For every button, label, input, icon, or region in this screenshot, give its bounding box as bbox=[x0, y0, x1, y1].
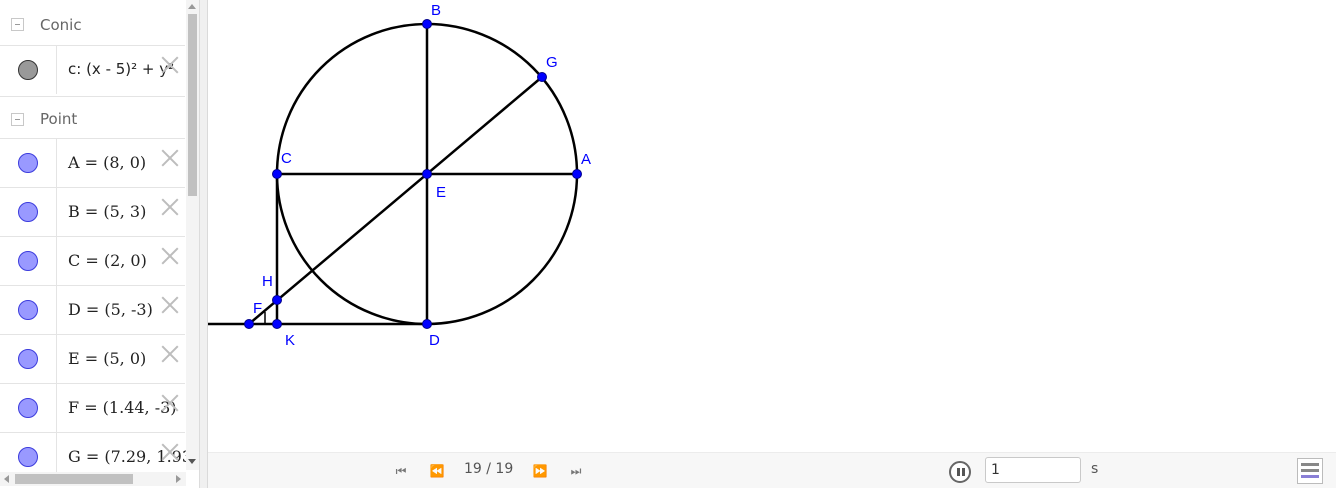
step-back-icon[interactable]: ⏪ bbox=[427, 463, 447, 479]
delete-icon[interactable] bbox=[161, 345, 179, 363]
scroll-up-icon[interactable] bbox=[188, 4, 196, 9]
geogebra-app: Conic c: (x - 5)² + y² Point A = (8, 0) … bbox=[0, 0, 1336, 488]
algebra-view-icon[interactable] bbox=[1297, 458, 1323, 484]
visibility-marble-icon[interactable] bbox=[18, 202, 38, 222]
visibility-marble-icon[interactable] bbox=[18, 251, 38, 271]
visibility-marble-icon[interactable] bbox=[18, 398, 38, 418]
delete-icon[interactable] bbox=[161, 296, 179, 314]
visibility-marble-icon[interactable] bbox=[18, 60, 38, 80]
horizontal-scrollbar-thumb[interactable] bbox=[15, 474, 133, 484]
point-b[interactable] bbox=[422, 19, 432, 29]
scroll-right-icon[interactable] bbox=[176, 475, 181, 483]
algebra-line-2 bbox=[1301, 469, 1319, 472]
group-header-conic[interactable]: Conic bbox=[0, 2, 185, 47]
skip-forward-icon[interactable]: ⏭ bbox=[566, 463, 586, 479]
construction-canvas[interactable]: A B C D E F G H K bbox=[208, 0, 1336, 452]
label-b: B bbox=[431, 2, 441, 19]
collapse-toggle-icon[interactable] bbox=[11, 18, 24, 31]
algebra-line-1 bbox=[1301, 463, 1319, 466]
scroll-left-icon[interactable] bbox=[4, 475, 9, 483]
label-f: F bbox=[253, 300, 262, 317]
visibility-marble-icon[interactable] bbox=[18, 447, 38, 467]
visibility-cell[interactable] bbox=[0, 139, 57, 187]
point-c[interactable] bbox=[272, 169, 282, 179]
group-label: Conic bbox=[40, 15, 82, 34]
delete-icon[interactable] bbox=[161, 149, 179, 167]
construction-protocol-navigation: ⏮ ⏪ 19 / 19 ⏩ ⏭ s bbox=[208, 452, 1336, 488]
label-k: K bbox=[285, 332, 295, 349]
point-a[interactable] bbox=[572, 169, 582, 179]
point-e[interactable] bbox=[422, 169, 432, 179]
scroll-down-icon[interactable] bbox=[188, 459, 196, 464]
algebra-expression[interactable]: C = (2, 0) bbox=[68, 251, 147, 270]
segment-fg[interactable] bbox=[248, 76, 543, 325]
delete-icon[interactable] bbox=[161, 247, 179, 265]
collapse-toggle-icon[interactable] bbox=[11, 112, 24, 126]
label-a: A bbox=[581, 151, 591, 168]
algebra-expression[interactable]: D = (5, -3) bbox=[68, 300, 153, 319]
panel-divider[interactable] bbox=[200, 0, 208, 488]
visibility-cell[interactable] bbox=[0, 286, 57, 334]
delete-icon[interactable] bbox=[161, 198, 179, 216]
algebra-expression[interactable]: A = (8, 0) bbox=[68, 153, 146, 172]
algebra-view: Conic c: (x - 5)² + y² Point A = (8, 0) … bbox=[0, 0, 200, 488]
point-f[interactable] bbox=[244, 319, 254, 329]
visibility-cell[interactable] bbox=[0, 46, 57, 94]
visibility-marble-icon[interactable] bbox=[18, 153, 38, 173]
visibility-cell[interactable] bbox=[0, 335, 57, 383]
visibility-cell[interactable] bbox=[0, 237, 57, 285]
point-g[interactable] bbox=[537, 72, 547, 82]
label-e: E bbox=[436, 184, 446, 201]
group-header-point[interactable]: Point bbox=[0, 96, 185, 141]
algebra-row-point-e[interactable]: E = (5, 0) bbox=[0, 334, 185, 383]
speed-unit: s bbox=[1091, 461, 1099, 477]
step-counter: 19 / 19 bbox=[464, 461, 514, 477]
algebra-row-conic-c[interactable]: c: (x - 5)² + y² bbox=[0, 45, 185, 94]
skip-back-icon[interactable]: ⏮ bbox=[391, 463, 411, 479]
algebra-row-point-c[interactable]: C = (2, 0) bbox=[0, 236, 185, 285]
delete-icon[interactable] bbox=[161, 56, 179, 74]
algebra-row-point-d[interactable]: D = (5, -3) bbox=[0, 285, 185, 334]
vertical-scrollbar-thumb[interactable] bbox=[188, 14, 197, 196]
algebra-row-point-b[interactable]: B = (5, 3) bbox=[0, 187, 185, 236]
algebra-row-point-a[interactable]: A = (8, 0) bbox=[0, 138, 185, 187]
label-h: H bbox=[262, 273, 273, 290]
group-label: Point bbox=[40, 110, 78, 128]
label-g: G bbox=[546, 54, 558, 71]
visibility-cell[interactable] bbox=[0, 384, 57, 432]
algebra-line-3 bbox=[1301, 475, 1319, 478]
pause-icon[interactable] bbox=[949, 461, 971, 483]
visibility-marble-icon[interactable] bbox=[18, 349, 38, 369]
algebra-expression[interactable]: c: (x - 5)² + y² bbox=[68, 60, 174, 78]
step-forward-icon[interactable]: ⏩ bbox=[530, 463, 550, 479]
delete-icon[interactable] bbox=[161, 443, 179, 461]
visibility-cell[interactable] bbox=[0, 188, 57, 236]
label-d: D bbox=[429, 332, 440, 349]
graphics-view[interactable]: A B C D E F G H K bbox=[208, 0, 1336, 452]
speed-input[interactable] bbox=[985, 457, 1081, 483]
delete-icon[interactable] bbox=[161, 394, 179, 412]
point-k[interactable] bbox=[272, 319, 282, 329]
visibility-marble-icon[interactable] bbox=[18, 300, 38, 320]
point-h[interactable] bbox=[272, 295, 282, 305]
algebra-row-point-f[interactable]: F = (1.44, -3) bbox=[0, 383, 185, 432]
point-d[interactable] bbox=[422, 319, 432, 329]
algebra-expression[interactable]: B = (5, 3) bbox=[68, 202, 146, 221]
algebra-expression[interactable]: E = (5, 0) bbox=[68, 349, 146, 368]
label-c: C bbox=[281, 150, 292, 167]
